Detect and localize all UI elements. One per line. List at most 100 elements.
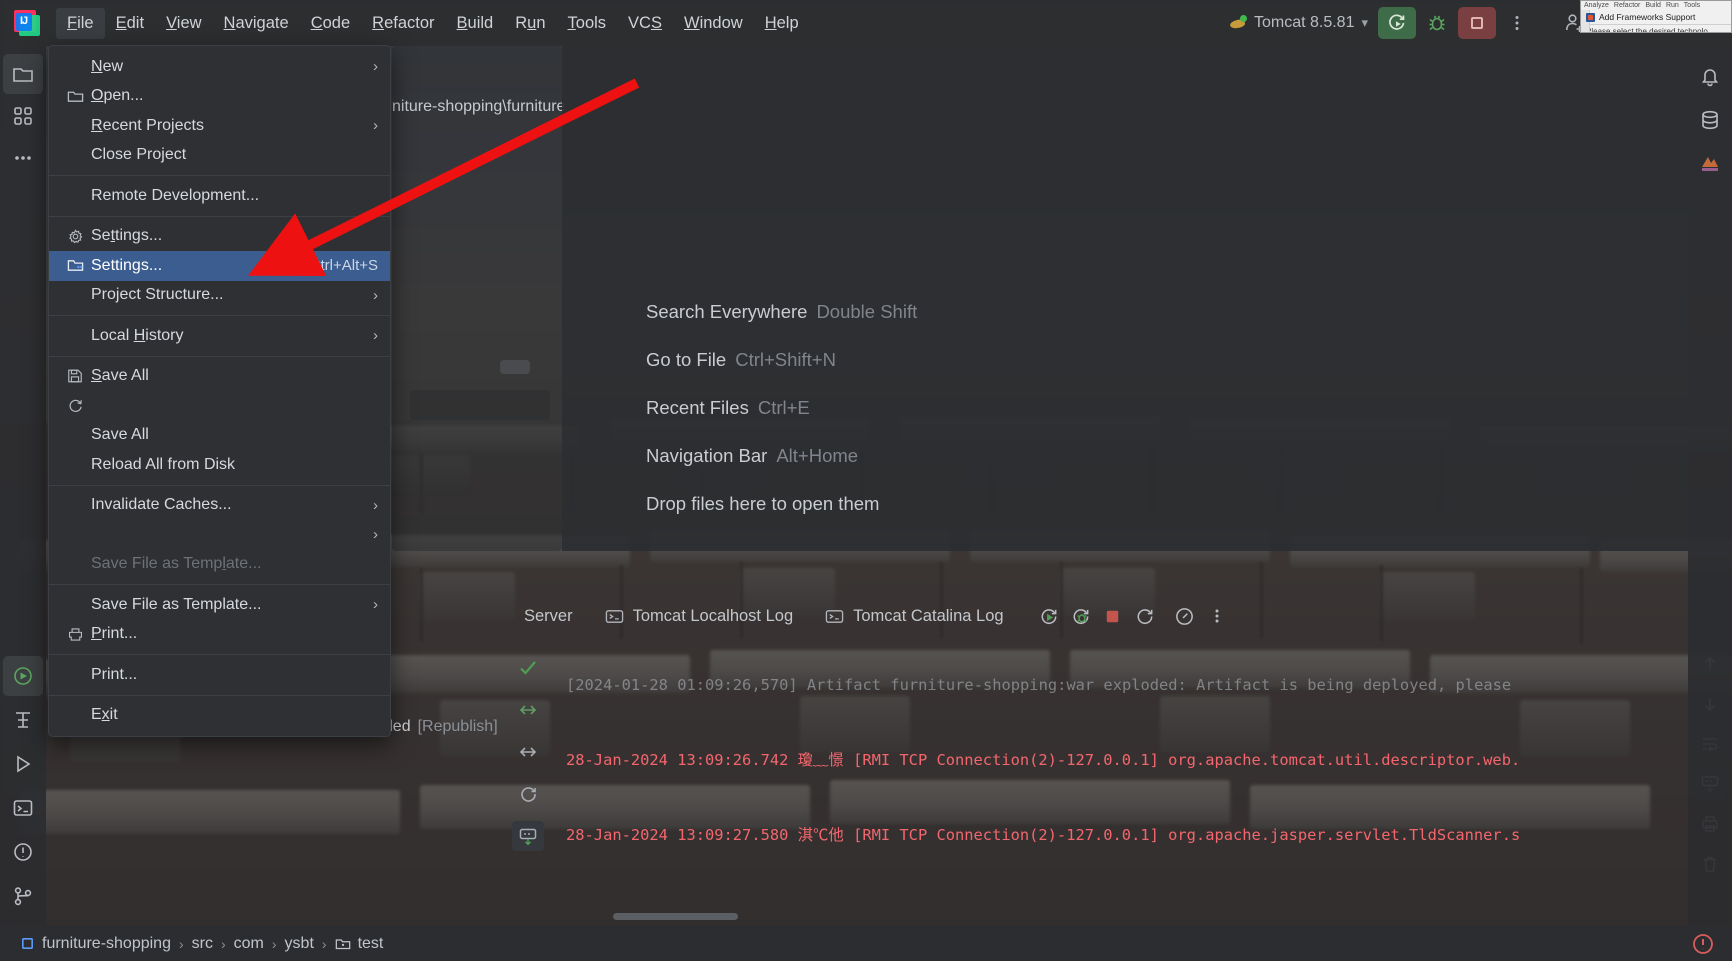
- database-icon[interactable]: [1690, 100, 1730, 140]
- frameworks-icon: [1586, 12, 1595, 22]
- sidebar-item-terminal[interactable]: [3, 788, 43, 828]
- menu-item-recent-projects[interactable]: Recent Projects ›: [49, 111, 390, 141]
- menu-item-save-all[interactable]: Save All: [49, 362, 390, 392]
- menu-item-manage-ide-settings[interactable]: Invalidate Caches... ›: [49, 491, 390, 521]
- console-tab-strip[interactable]: Server Tomcat Localhost Log Tomcat Catal…: [502, 596, 1688, 636]
- checkmark-icon[interactable]: [512, 653, 544, 683]
- menu-build[interactable]: Build: [446, 8, 505, 39]
- terminal-icon: [825, 609, 844, 623]
- menu-item-label: Save All: [91, 367, 149, 385]
- scrollbar-thumb[interactable]: [613, 913, 738, 920]
- menu-window[interactable]: Window: [673, 8, 754, 39]
- more-vertical-icon[interactable]: [1202, 601, 1232, 631]
- chevron-right-icon: ›: [373, 286, 378, 304]
- sidebar-item-structure[interactable]: [3, 700, 43, 740]
- left-tool-stripe[interactable]: [0, 46, 46, 926]
- sidebar-item-version-control[interactable]: [3, 876, 43, 916]
- menu-item-repair-ide[interactable]: Save All: [49, 421, 390, 451]
- error-circle-icon[interactable]: [1684, 925, 1722, 961]
- hint-search-everywhere: Search Everywhere Double Shift: [646, 301, 917, 323]
- console-output[interactable]: [2024-01-28 01:09:26,570] Artifact furni…: [556, 636, 1660, 900]
- sidebar-item-services[interactable]: [3, 656, 43, 696]
- stop-icon[interactable]: [1098, 601, 1128, 631]
- rerun-debug-icon[interactable]: [1066, 601, 1096, 631]
- dialog-menu-item[interactable]: Analyze: [1584, 2, 1609, 9]
- dialog-menu-item[interactable]: Build: [1645, 2, 1661, 9]
- menu-item-power-save-mode[interactable]: Print...: [49, 660, 390, 690]
- menu-item-print[interactable]: Print...: [49, 620, 390, 650]
- scroll-to-end-icon[interactable]: [512, 821, 544, 851]
- file-menu-popup[interactable]: New › Open... Recent Projects › Close Pr…: [48, 45, 391, 737]
- menu-item-remote-development[interactable]: Remote Development...: [49, 181, 390, 211]
- rerun-button[interactable]: [1378, 7, 1416, 39]
- breadcrumb-item-module[interactable]: furniture-shopping: [14, 933, 177, 955]
- add-frameworks-support-dialog[interactable]: Analyze Refactor Build Run Tools Add Fra…: [1580, 0, 1732, 33]
- dialog-menu-item[interactable]: Tools: [1684, 2, 1700, 9]
- sidebar-item-problems[interactable]: [3, 832, 43, 872]
- refresh-icon[interactable]: [512, 779, 544, 809]
- menu-item-exit[interactable]: Exit: [49, 701, 390, 731]
- notifications-icon[interactable]: [1690, 56, 1730, 96]
- menu-refactor[interactable]: Refactor: [361, 8, 445, 39]
- console-side-gutter[interactable]: [506, 639, 550, 896]
- expand-arrows-icon[interactable]: [512, 695, 544, 725]
- tab-server[interactable]: Server: [502, 596, 589, 636]
- collapse-arrows-icon[interactable]: [512, 737, 544, 767]
- menu-vcs[interactable]: VCS: [617, 8, 673, 39]
- sidebar-item-project[interactable]: [3, 54, 43, 94]
- chevron-down-icon[interactable]: ▾: [1361, 15, 1368, 31]
- breadcrumb-label: src: [191, 934, 213, 952]
- sidebar-item-commit[interactable]: [3, 96, 43, 136]
- console-toolbar[interactable]: [1034, 601, 1232, 631]
- breadcrumb-item-com[interactable]: com: [228, 933, 270, 955]
- menu-item-label: Settings...: [91, 256, 163, 274]
- breadcrumb[interactable]: furniture-shopping › src › com › ysbt › …: [0, 933, 389, 955]
- menu-tools[interactable]: Tools: [557, 8, 618, 39]
- more-vertical-icon[interactable]: [1498, 4, 1536, 42]
- gauge-icon[interactable]: [1170, 601, 1200, 631]
- dialog-menu-item[interactable]: Refactor: [1614, 2, 1640, 9]
- right-tool-stripe[interactable]: [1688, 46, 1732, 926]
- tab-tomcat-catalina-log[interactable]: Tomcat Catalina Log: [809, 596, 1019, 636]
- redeploy-icon[interactable]: [1130, 601, 1160, 631]
- sidebar-item-more-tools[interactable]: [3, 138, 43, 178]
- breadcrumb-item-test[interactable]: test: [329, 933, 390, 955]
- run-configuration-selector[interactable]: Tomcat 8.5.81 ▾: [1221, 10, 1376, 36]
- menu-item-close-project[interactable]: Close Project: [49, 141, 390, 171]
- breadcrumb-item-ysbt[interactable]: ysbt: [279, 933, 320, 955]
- menu-item-export[interactable]: Save File as Template... ›: [49, 590, 390, 620]
- breadcrumb-item-src[interactable]: src: [186, 933, 219, 955]
- menu-help[interactable]: Help: [754, 8, 810, 39]
- menu-item-settings[interactable]: Settings...: [49, 222, 390, 252]
- stop-button[interactable]: [1458, 7, 1496, 39]
- console-horizontal-scrollbar[interactable]: [556, 913, 1116, 920]
- menu-file[interactable]: FFileile: [56, 7, 105, 39]
- menu-item-open[interactable]: Open...: [49, 82, 390, 112]
- status-bar[interactable]: furniture-shopping › src › com › ysbt › …: [0, 926, 1732, 961]
- maven-icon[interactable]: [1690, 144, 1730, 184]
- debug-button[interactable]: [1418, 7, 1456, 39]
- menu-item-new-projects-setup[interactable]: ›: [49, 520, 390, 550]
- status-bar-right[interactable]: [1684, 925, 1732, 961]
- menu-item-reload-all-from-disk[interactable]: [49, 391, 390, 421]
- breadcrumb-separator: ›: [178, 935, 184, 952]
- menu-item-new[interactable]: New ›: [49, 52, 390, 82]
- dialog-menubar[interactable]: Analyze Refactor Build Run Tools: [1581, 1, 1731, 10]
- menu-navigate[interactable]: Navigate: [213, 8, 300, 39]
- main-menu-bar[interactable]: IJ FFileile Edit View Navigate Code Refa…: [0, 0, 1732, 46]
- rerun-icon[interactable]: [1034, 601, 1064, 631]
- menu-item-invalidate-caches[interactable]: Reload All from Disk: [49, 450, 390, 480]
- menu-run[interactable]: Run: [504, 8, 556, 39]
- menu-edit[interactable]: Edit: [105, 8, 155, 39]
- console-line: [2024-01-28 01:09:27,673] Artifact furni…: [556, 898, 1660, 900]
- menu-item-file-properties[interactable]: Project Structure... ›: [49, 281, 390, 311]
- tab-tomcat-localhost-log[interactable]: Tomcat Localhost Log: [589, 596, 810, 636]
- menu-item-local-history[interactable]: Local History ›: [49, 321, 390, 351]
- menu-view[interactable]: View: [155, 8, 212, 39]
- menu-item-label: Exit: [91, 706, 118, 724]
- sidebar-item-run[interactable]: [3, 744, 43, 784]
- dialog-menu-item[interactable]: Run: [1666, 2, 1679, 9]
- menu-item-project-structure[interactable]: Settings... Ctrl+Alt+S: [49, 251, 390, 281]
- menu-code[interactable]: Code: [300, 8, 361, 39]
- menu-separator: [49, 355, 390, 357]
